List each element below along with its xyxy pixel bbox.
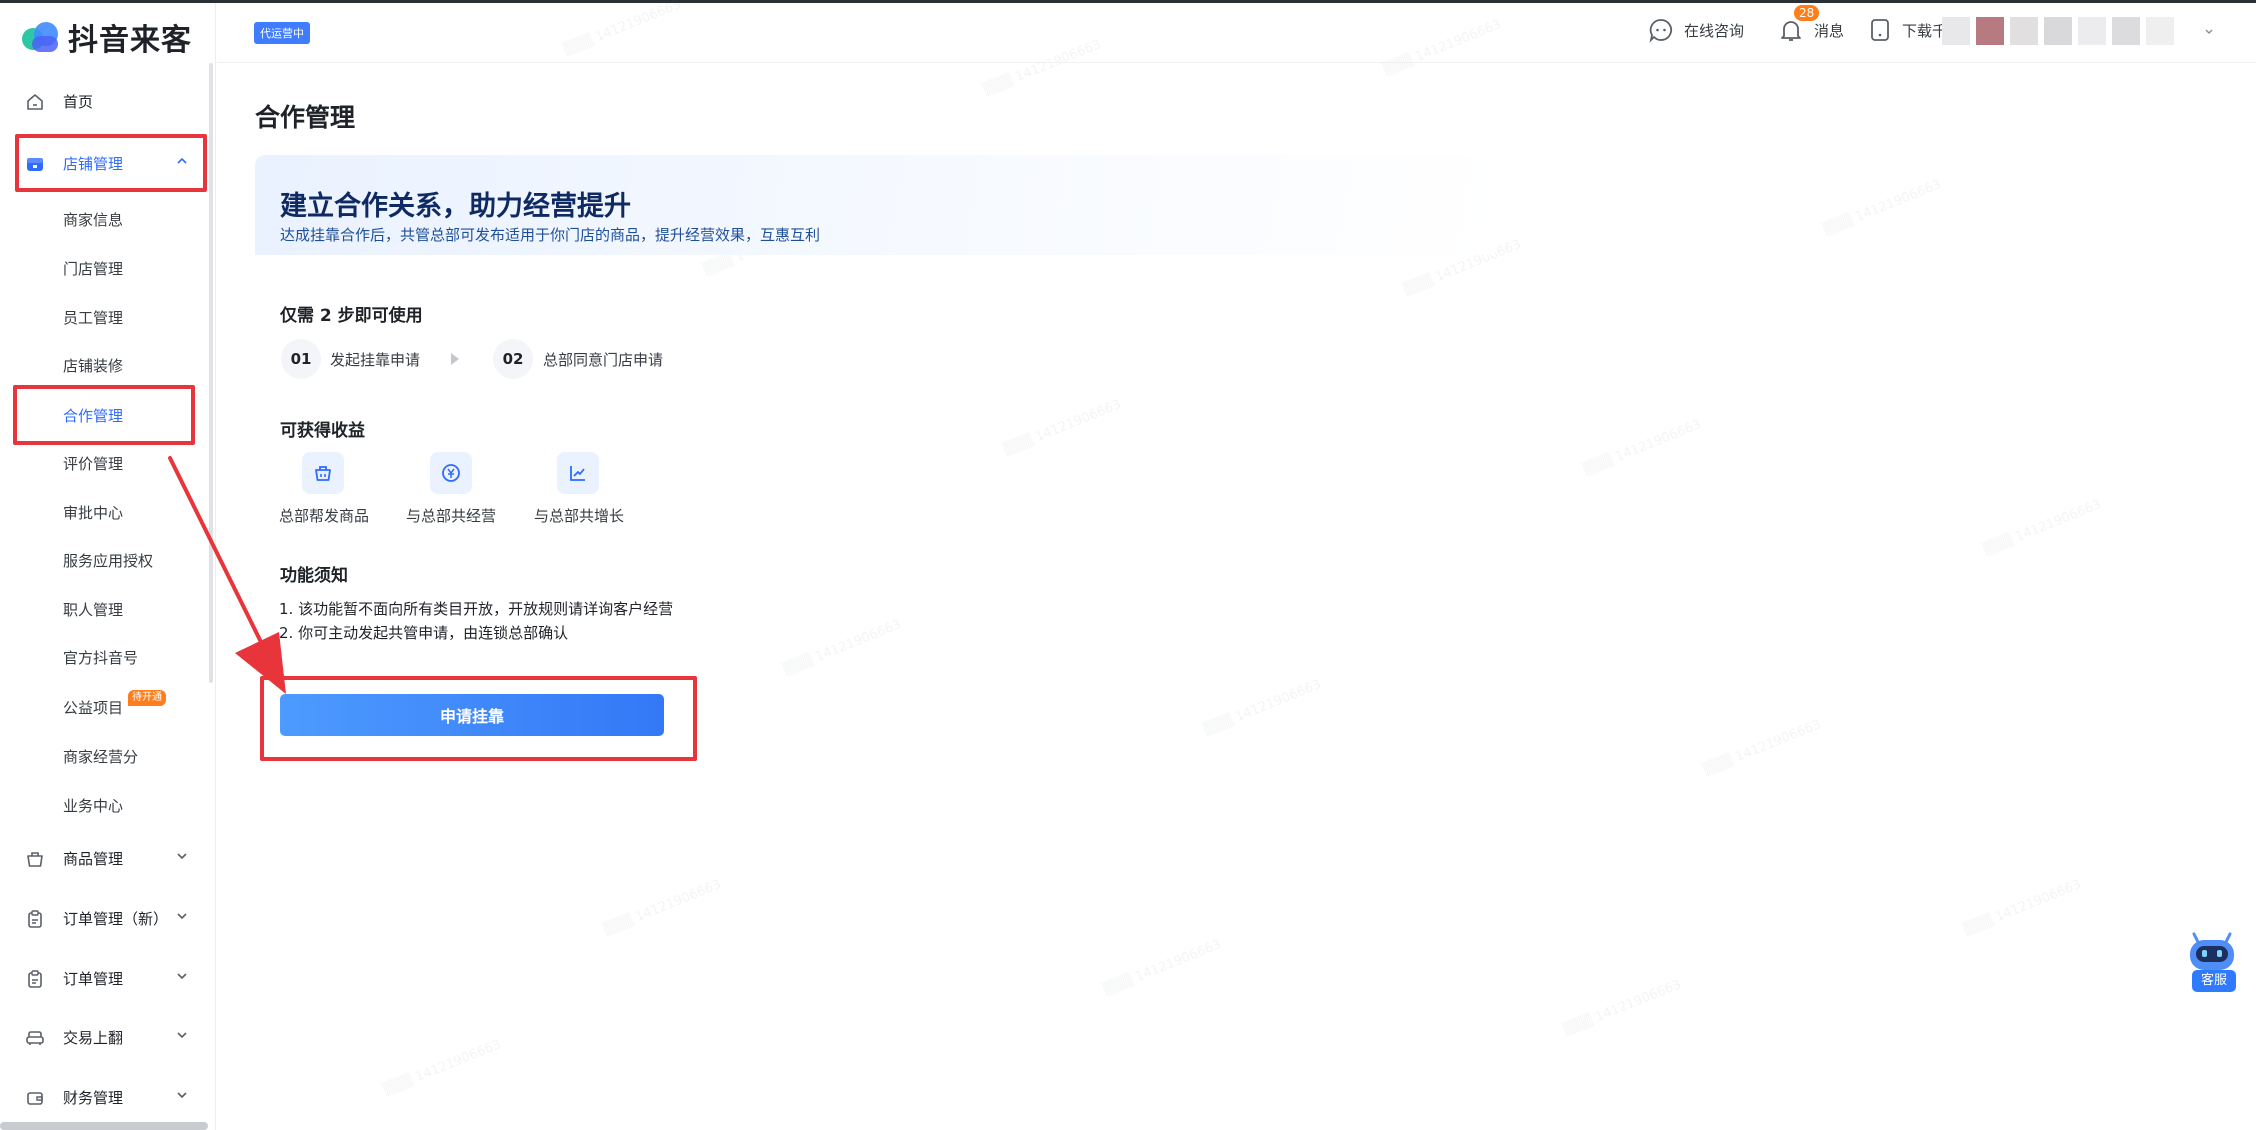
status-badge: 代运营中 [254, 22, 310, 44]
steps-title: 仅需 2 步即可使用 [280, 306, 423, 326]
sidebar-subitem-talent-mgmt[interactable]: 职人管理 [63, 595, 123, 625]
messages-label: 消息 [1814, 21, 1845, 40]
sidebar-subitem-official-douyin[interactable]: 官方抖音号 [63, 643, 138, 673]
basket-icon [315, 466, 331, 481]
benefit-item-icon-wrap [430, 452, 472, 494]
sidebar-subitem-store-mgmt[interactable]: 门店管理 [63, 254, 123, 284]
sidebar-item-orders-new[interactable]: 订单管理（新） [0, 898, 210, 938]
notice-item: 2. 你可主动发起共管申请，由连锁总部确认 [279, 624, 569, 642]
sidebar-subitem-app-authorization[interactable]: 服务应用授权 [63, 546, 153, 576]
highlight-box-cooperation-management [13, 385, 195, 445]
online-consult-label: 在线咨询 [1684, 21, 1745, 40]
hero-title: 建立合作关系，助力经营提升 [280, 191, 631, 222]
avatar-blur-block [1976, 17, 2004, 45]
benefit-label: 总部帮发商品 [279, 507, 370, 525]
sidebar-item-label: 首页 [63, 92, 94, 111]
home-icon [27, 94, 43, 110]
sidebar-item-label: 订单管理（新） [63, 909, 169, 928]
chevron-down-icon [177, 853, 187, 860]
step-number: 01 [281, 339, 321, 379]
notice-item: 1. 该功能暂不面向所有类目开放，开放规则请详询客户经营 [279, 600, 674, 618]
app-logo[interactable]: 抖音来客 [20, 17, 192, 58]
username-blur-block [2078, 17, 2106, 45]
username-blur-block [2112, 17, 2140, 45]
sidebar-subitem-business-center[interactable]: 业务中心 [63, 791, 123, 821]
chat-bubble-icon [1649, 19, 1673, 43]
sidebar-item-label: 交易上翻 [63, 1028, 124, 1047]
highlight-box-store-management [15, 134, 207, 192]
growth-chart-icon [570, 466, 585, 481]
customer-service-label: 客服 [2192, 970, 2236, 992]
sidebar-subitem-business-score[interactable]: 商家经营分 [63, 742, 138, 772]
highlight-box-apply-button [260, 676, 697, 761]
benefit-label: 与总部共经营 [406, 507, 497, 525]
username-blur-block [2010, 17, 2038, 45]
benefits-title: 可获得收益 [280, 421, 365, 441]
sidebar-item-label: 订单管理 [63, 969, 124, 988]
user-account-menu[interactable] [1942, 16, 2212, 46]
notice-title: 功能须知 [280, 566, 348, 586]
pending-badge: 待开通 [128, 690, 166, 706]
basket-icon [27, 852, 43, 867]
clipboard-icon [28, 910, 42, 928]
benefit-item-icon-wrap [557, 452, 599, 494]
chevron-down-icon [177, 1032, 187, 1039]
sidebar-subitem-charity[interactable]: 公益项目 [63, 693, 123, 723]
sidebar-item-orders[interactable]: 订单管理 [0, 958, 210, 998]
step-label: 总部同意门店申请 [543, 351, 664, 369]
sidebar-item-goods[interactable]: 商品管理 [0, 838, 210, 878]
logo-text: 抖音来客 [68, 23, 192, 58]
sidebar-subitem-merchant-info[interactable]: 商家信息 [63, 205, 123, 235]
step-number: 02 [493, 339, 533, 379]
message-count-badge: 28 [1794, 5, 1820, 21]
download-app-button[interactable]: 下载千 [1868, 16, 1947, 44]
sidebar-item-label: 财务管理 [63, 1088, 124, 1107]
sidebar-item-finance[interactable]: 财务管理 [0, 1077, 210, 1117]
wallet-icon [27, 1092, 43, 1105]
avatar [1942, 17, 1970, 45]
benefit-item-icon-wrap [302, 452, 344, 494]
sidebar-item-label: 商品管理 [63, 849, 124, 868]
clipboard-icon [28, 970, 42, 988]
chevron-down-icon [177, 973, 187, 980]
chevron-down-icon [177, 913, 187, 920]
yuan-coin-icon [442, 464, 460, 482]
horizontal-scrollbar[interactable] [0, 1122, 208, 1130]
hero-subtitle: 达成挂靠合作后，共管总部可发布适用于你门店的商品，提升经营效果，互惠互利 [280, 226, 821, 244]
username-blur-block [2146, 17, 2174, 45]
sidebar-item-home[interactable]: 首页 [0, 81, 210, 121]
tablet-icon [1871, 19, 1889, 41]
page-title: 合作管理 [255, 103, 356, 132]
username-blur-block [2044, 17, 2072, 45]
chevron-down-icon[interactable] [2204, 26, 2214, 36]
sofa-icon [26, 1031, 44, 1045]
logo-icon [20, 20, 62, 54]
online-consult-button[interactable]: 在线咨询 [1648, 16, 1744, 44]
sidebar-subitem-approval-center[interactable]: 审批中心 [63, 498, 123, 528]
sidebar-subitem-store-decoration[interactable]: 店铺装修 [63, 351, 123, 381]
chevron-down-icon [177, 1092, 187, 1099]
benefit-label: 与总部共增长 [534, 507, 625, 525]
sidebar-subitem-review-mgmt[interactable]: 评价管理 [63, 449, 123, 479]
sidebar-subitem-staff-mgmt[interactable]: 员工管理 [63, 303, 123, 333]
download-label: 下载千 [1902, 21, 1948, 40]
sidebar-item-trade[interactable]: 交易上翻 [0, 1017, 210, 1057]
step-label: 发起挂靠申请 [330, 351, 421, 369]
step-arrow-icon [451, 353, 459, 365]
